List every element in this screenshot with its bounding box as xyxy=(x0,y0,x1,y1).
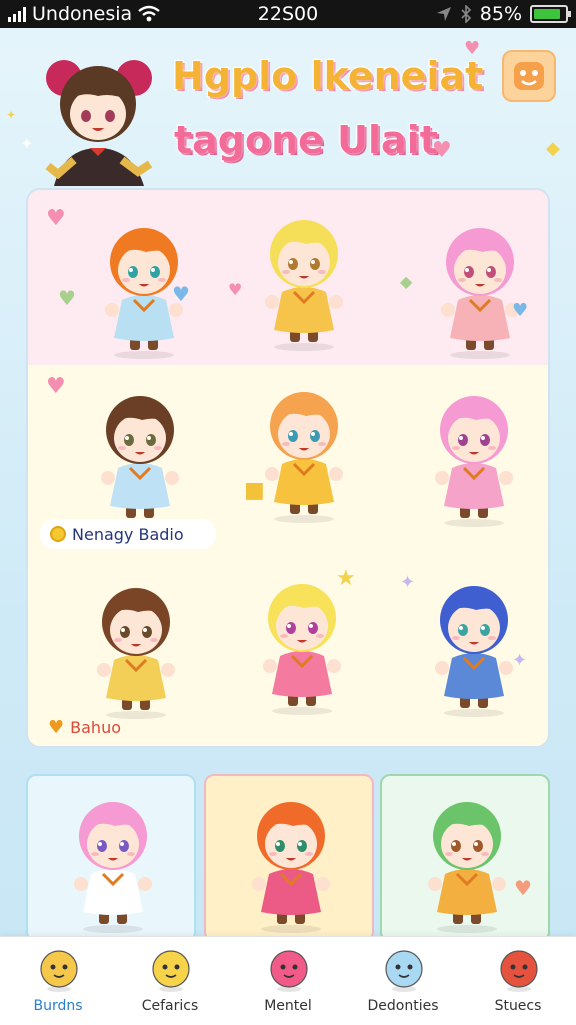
sparkle-deco-icon: ✦ xyxy=(400,572,416,593)
character-card xyxy=(53,784,173,934)
star-deco-icon: ★ xyxy=(336,566,356,591)
chip-label: Bahuo xyxy=(70,717,121,737)
heart-deco-icon: ♥ xyxy=(514,876,532,900)
featured-card[interactable] xyxy=(204,774,374,942)
coin-deco-icon: ■ xyxy=(244,478,265,503)
featured-card[interactable] xyxy=(26,774,196,942)
battery-icon xyxy=(530,5,571,23)
smiley-icon xyxy=(514,62,544,90)
featured-card[interactable]: ♥ xyxy=(380,774,550,942)
tab-label: Mentel xyxy=(264,998,312,1014)
heart-deco-icon: ♥ xyxy=(58,286,76,310)
star-deco-icon: ◆ xyxy=(546,138,560,159)
character-name-chip[interactable]: ♥ Bahuo xyxy=(38,712,158,742)
heart-deco-icon: ♥ xyxy=(46,374,66,399)
tab-label: Dedonties xyxy=(367,998,439,1014)
character-name-chip[interactable]: Nenagy Badio xyxy=(40,519,216,549)
character-icon xyxy=(150,945,192,993)
status-bar: Undonesia 22S00 85% xyxy=(0,0,576,28)
character-card[interactable] xyxy=(420,210,540,360)
app-title-line1: Hgplo lkeneiat xyxy=(171,53,484,99)
featured-cards: ♥ xyxy=(26,774,550,942)
sparkle-deco-icon: ✦ xyxy=(20,134,34,153)
character-card xyxy=(231,784,351,934)
tab-label: Cefarics xyxy=(141,998,199,1014)
tab-cefarics[interactable]: Cefarics xyxy=(115,937,225,1025)
heart-deco-icon: ♥ xyxy=(512,300,529,321)
bluetooth-icon xyxy=(461,5,471,23)
character-icon xyxy=(498,945,540,993)
heart-deco-icon: ♥ xyxy=(228,280,243,299)
battery-percent: 85% xyxy=(479,3,522,25)
heart-deco-icon: ♥ xyxy=(464,38,481,59)
gem-deco-icon: ◆ xyxy=(400,272,413,291)
character-card[interactable] xyxy=(76,570,196,720)
character-icon xyxy=(38,945,80,993)
character-icon xyxy=(268,945,310,993)
character-card[interactable] xyxy=(244,202,364,352)
tab-stuecs[interactable]: Stuecs xyxy=(463,937,573,1025)
location-arrow-icon xyxy=(436,7,451,21)
heart-deco-icon: ♥ xyxy=(432,138,452,163)
character-icon xyxy=(383,945,425,993)
tab-dedonties[interactable]: Dedonties xyxy=(348,937,458,1025)
character-grid-panel: ♥ ♥ ♥ ♥ ◆ ♥ ♥ ■ Nenagy Badio ★ ✦ ✦ ♥ Bah… xyxy=(26,188,550,748)
chip-label: Nenagy Badio xyxy=(72,524,184,544)
battery-fill xyxy=(534,9,560,19)
tab-label: Burdns xyxy=(33,998,83,1014)
header: Hgplo lkeneiat tagone Ulait ♥ ♥ ◆ ✦ ✦ xyxy=(0,28,576,188)
tab-label: Stuecs xyxy=(494,998,542,1014)
status-right: 85% xyxy=(436,3,571,25)
character-card xyxy=(407,784,527,934)
heart-deco-icon: ♥ xyxy=(172,282,190,306)
character-card[interactable] xyxy=(80,378,200,528)
app-title-line2: tagone Ulait xyxy=(173,117,439,163)
mascot-character xyxy=(45,60,153,186)
character-card[interactable] xyxy=(414,378,534,528)
sparkle-deco-icon: ✦ xyxy=(512,650,528,671)
sparkle-deco-icon: ✦ xyxy=(6,108,17,122)
bottom-tab-bar: Burdns Cefarics Mentel Dedonties Stuecs xyxy=(0,936,576,1025)
smiley-menu-button[interactable] xyxy=(502,50,556,102)
character-card[interactable] xyxy=(414,568,534,718)
coin-icon xyxy=(50,526,66,542)
heart-deco-icon: ♥ xyxy=(46,206,66,231)
heart-icon: ♥ xyxy=(48,716,65,738)
tab-burdns[interactable]: Burdns xyxy=(3,937,113,1025)
tab-mentel[interactable]: Mentel xyxy=(233,937,343,1025)
